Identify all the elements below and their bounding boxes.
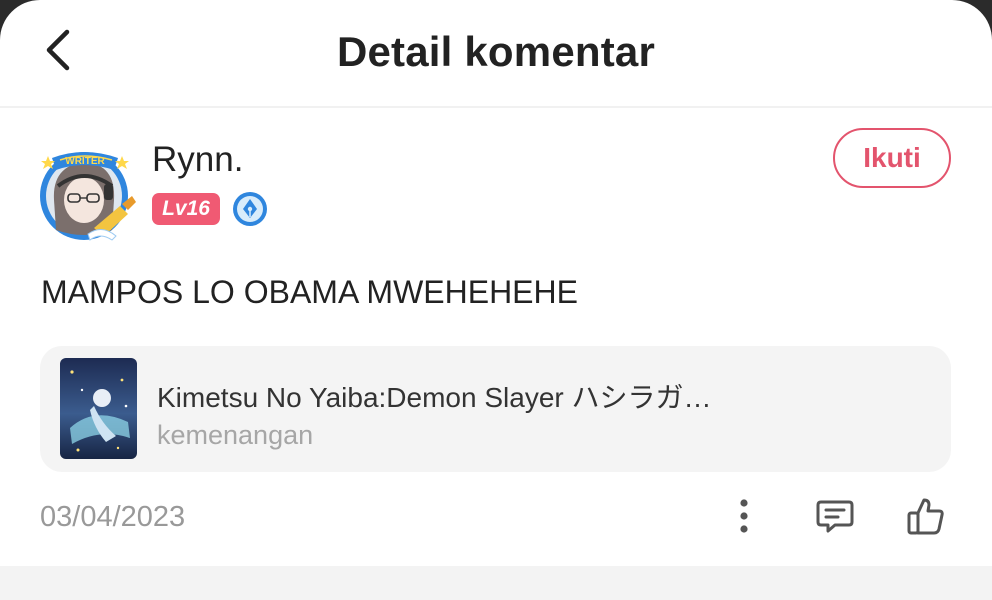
- comment-icon: [816, 500, 854, 533]
- more-vertical-icon: [740, 499, 748, 533]
- book-card[interactable]: Kimetsu No Yaiba:Demon Slayer ハシラガ… keme…: [40, 346, 951, 472]
- comment-detail-sheet: Detail komentar WRITER Rynn. Lv16 Ikuti …: [0, 0, 992, 600]
- book-chapter: kemenangan: [157, 420, 314, 450]
- comment-date: 03/04/2023: [40, 501, 186, 533]
- book-cover: [60, 358, 137, 459]
- follow-button[interactable]: Ikuti: [833, 128, 951, 188]
- thumbs-up-icon: [907, 498, 944, 535]
- reply-button[interactable]: [813, 494, 857, 538]
- pen-nib-icon: [232, 191, 268, 227]
- comment-text: MAMPOS LO OBAMA MWEHEHEHE: [41, 274, 578, 310]
- top-bar: Detail komentar: [0, 0, 992, 108]
- section-divider: [0, 566, 992, 600]
- username[interactable]: Rynn.: [152, 140, 243, 180]
- page-title: Detail komentar: [336, 28, 656, 75]
- level-badge: Lv16: [152, 193, 220, 225]
- svg-text:WRITER: WRITER: [65, 156, 105, 167]
- book-title: Kimetsu No Yaiba:Demon Slayer ハシラガ…: [157, 382, 712, 413]
- like-button[interactable]: [904, 494, 948, 538]
- more-button[interactable]: [722, 494, 766, 538]
- avatar[interactable]: WRITER: [32, 140, 140, 242]
